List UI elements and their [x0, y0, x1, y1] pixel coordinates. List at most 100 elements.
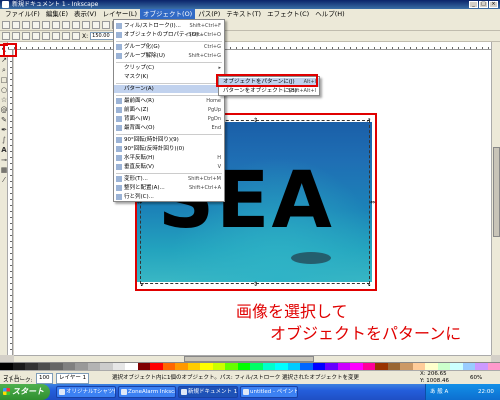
menu-8[interactable]: ヘルプ(H): [312, 9, 347, 20]
pen-tool-icon[interactable]: ✒: [0, 126, 8, 135]
raise-icon[interactable]: [22, 32, 30, 40]
close-button[interactable]: ×: [489, 1, 498, 8]
object-menu-item-14[interactable]: flip-v-icon垂直反転(V) V: [114, 163, 224, 171]
object-menu-item-9[interactable]: lower-icon背面へ(W) PgDn: [114, 115, 224, 123]
object-menu-item-12[interactable]: rotate-ccw-icon90°回転(反時計回り)(0): [114, 145, 224, 153]
object-menu-shortcut: ▸: [218, 65, 221, 71]
x-coordinate-field[interactable]: 150.00: [90, 32, 115, 40]
taskbar-button-label: untitled - ペイント: [250, 389, 298, 395]
ime-indicator[interactable]: あ 般 A: [430, 384, 448, 400]
transform-icon: transform-icon: [116, 176, 122, 182]
star-tool-icon[interactable]: ☆: [0, 96, 8, 105]
node-tool-icon[interactable]: ↗: [0, 56, 8, 65]
ungroup-icon[interactable]: [72, 32, 80, 40]
align-icon: align-icon: [116, 185, 122, 191]
ellipse-tool-icon[interactable]: ○: [0, 86, 8, 95]
object-menu-shortcut: Shift+Ctrl+F: [189, 23, 221, 29]
rotate-icon[interactable]: [2, 32, 10, 40]
object-menu-label: パターン(A): [124, 86, 154, 92]
object-menu-item-5[interactable]: マスク(K)▸: [114, 73, 224, 81]
object-menu-shortcut: H: [217, 155, 221, 161]
zoom-tool-icon[interactable]: ⌕: [0, 66, 8, 75]
undo-icon[interactable]: [62, 21, 70, 29]
object-menu-label: 行と列(C)...: [124, 194, 154, 200]
start-label: スタート: [12, 387, 44, 396]
object-menu-item-17[interactable]: rows-cols-icon行と列(C)...: [114, 193, 224, 201]
flip-h-icon: flip-h-icon: [116, 155, 122, 161]
dropper-tool-icon[interactable]: ⁄: [0, 176, 8, 185]
new-file-icon[interactable]: [2, 21, 10, 29]
title-bar[interactable]: 新規ドキュメント 1 - Inkscape _ □ ×: [0, 0, 500, 9]
windows-logo-icon: [3, 388, 10, 395]
menu-2[interactable]: 表示(V): [71, 9, 100, 20]
align-icon[interactable]: [42, 32, 50, 40]
connector-tool-icon[interactable]: ⊸: [0, 156, 8, 165]
taskbar-button[interactable]: untitled - ペイント: [240, 386, 298, 398]
import-icon[interactable]: [42, 21, 50, 29]
distribute-icon[interactable]: [52, 32, 60, 40]
vertical-scrollbar[interactable]: [491, 42, 500, 355]
windows-taskbar: スタート オリジナルTシャツ作り - 日... ZoneAlarm Inkscap…: [0, 384, 500, 400]
paste-icon[interactable]: [102, 21, 110, 29]
object-menu-item-4[interactable]: クリップ(C) ▸: [114, 64, 224, 72]
lower-icon[interactable]: [32, 32, 40, 40]
object-menu-item-6[interactable]: パターン(A)▸: [114, 85, 224, 93]
calligraphy-tool-icon[interactable]: ∫: [0, 136, 8, 145]
object-menu-label: グループ化(G): [124, 44, 160, 50]
opacity-field[interactable]: 100: [36, 373, 53, 384]
object-menu-item-1[interactable]: properties-iconオブジェクトのプロパティ(O)...Shift+C…: [114, 31, 224, 39]
vertical-scroll-thumb[interactable]: [493, 147, 500, 237]
taskbar-button[interactable]: オリジナルTシャツ作り - 日...: [56, 386, 116, 398]
flip-icon[interactable]: [12, 32, 20, 40]
pencil-tool-icon[interactable]: ✎: [0, 116, 8, 125]
menu-1[interactable]: 編集(E): [43, 9, 71, 20]
object-menu-item-2[interactable]: group-iconグループ化(G) Ctrl+G: [114, 43, 224, 51]
text-tool-icon[interactable]: A: [0, 146, 8, 155]
taskbar-button[interactable]: ZoneAlarm Inkscape Page: [118, 386, 176, 398]
object-menu-label: 変形(T)...: [124, 176, 148, 182]
start-button[interactable]: スタート: [0, 384, 50, 400]
object-menu-item-7[interactable]: raise-top-icon最前面へ(R) Home: [114, 97, 224, 105]
open-file-icon[interactable]: [12, 21, 20, 29]
menu-6[interactable]: テキスト(T): [223, 9, 264, 20]
group-icon[interactable]: [62, 32, 70, 40]
object-menu-item-10[interactable]: lower-bottom-icon最背面へ(O) End: [114, 124, 224, 132]
pattern-to-object-item[interactable]: パターンをオブジェクトに(B) Shift+Alt+I: [219, 87, 319, 96]
object-menu-label: 垂直反転(V): [124, 164, 155, 170]
spiral-tool-icon[interactable]: @: [0, 106, 8, 115]
color-palette: [0, 362, 500, 371]
export-icon[interactable]: [52, 21, 60, 29]
object-menu-label: 前面へ(Z): [124, 107, 149, 113]
flip-v-icon: flip-v-icon: [116, 164, 122, 170]
save-file-icon[interactable]: [22, 21, 30, 29]
group-icon: group-icon: [116, 44, 122, 50]
minimize-button[interactable]: _: [469, 1, 478, 8]
maximize-button[interactable]: □: [479, 1, 488, 8]
object-menu-item-3[interactable]: ungroup-iconグループ解除(U) Shift+Ctrl+G: [114, 52, 224, 60]
object-menu-label: グループ解除(U): [124, 53, 165, 59]
object-menu-item-16[interactable]: align-icon整列と配置(A)... Shift+Ctrl+A: [114, 184, 224, 192]
object-menu-item-15[interactable]: transform-icon変形(T)... Shift+Ctrl+M: [114, 175, 224, 183]
zoom-field[interactable]: 60%: [470, 371, 482, 385]
object-menu-shortcut: End: [211, 125, 221, 131]
print-icon[interactable]: [32, 21, 40, 29]
object-menu-item-11[interactable]: rotate-cw-icon90°回転(時計回り)(9): [114, 136, 224, 144]
object-menu-item-13[interactable]: flip-h-icon水平反転(H) H: [114, 154, 224, 162]
taskbar-button[interactable]: 新規ドキュメント 1 - Inksc...: [178, 386, 238, 398]
vertical-ruler: [8, 50, 13, 355]
layer-select[interactable]: レイヤー 1: [56, 373, 90, 384]
cut-icon[interactable]: [92, 21, 100, 29]
object-menu-item-8[interactable]: raise-icon前面へ(Z) PgUp: [114, 106, 224, 114]
clock: 22:00: [478, 389, 494, 395]
horizontal-scrollbar[interactable]: [14, 355, 491, 362]
taskbar-button-label: オリジナルTシャツ作り - 日...: [66, 389, 115, 395]
inkscape-window: 新規ドキュメント 1 - Inkscape _ □ × ファイル(F) 編集(E)…: [0, 0, 500, 400]
rectangle-tool-icon[interactable]: □: [0, 76, 8, 85]
redo-icon[interactable]: [72, 21, 80, 29]
gradient-tool-icon[interactable]: ▦: [0, 166, 8, 175]
menu-0[interactable]: ファイル(F): [2, 9, 43, 20]
menu-7[interactable]: エフェクト(C): [264, 9, 312, 20]
object-menu-label: 90°回転(反時計回り)(0): [124, 146, 185, 152]
object-menu-item-0[interactable]: fill-stroke-iconフィル/ストローク(I)... Shift+Ctr…: [114, 22, 224, 30]
copy-icon[interactable]: [82, 21, 90, 29]
